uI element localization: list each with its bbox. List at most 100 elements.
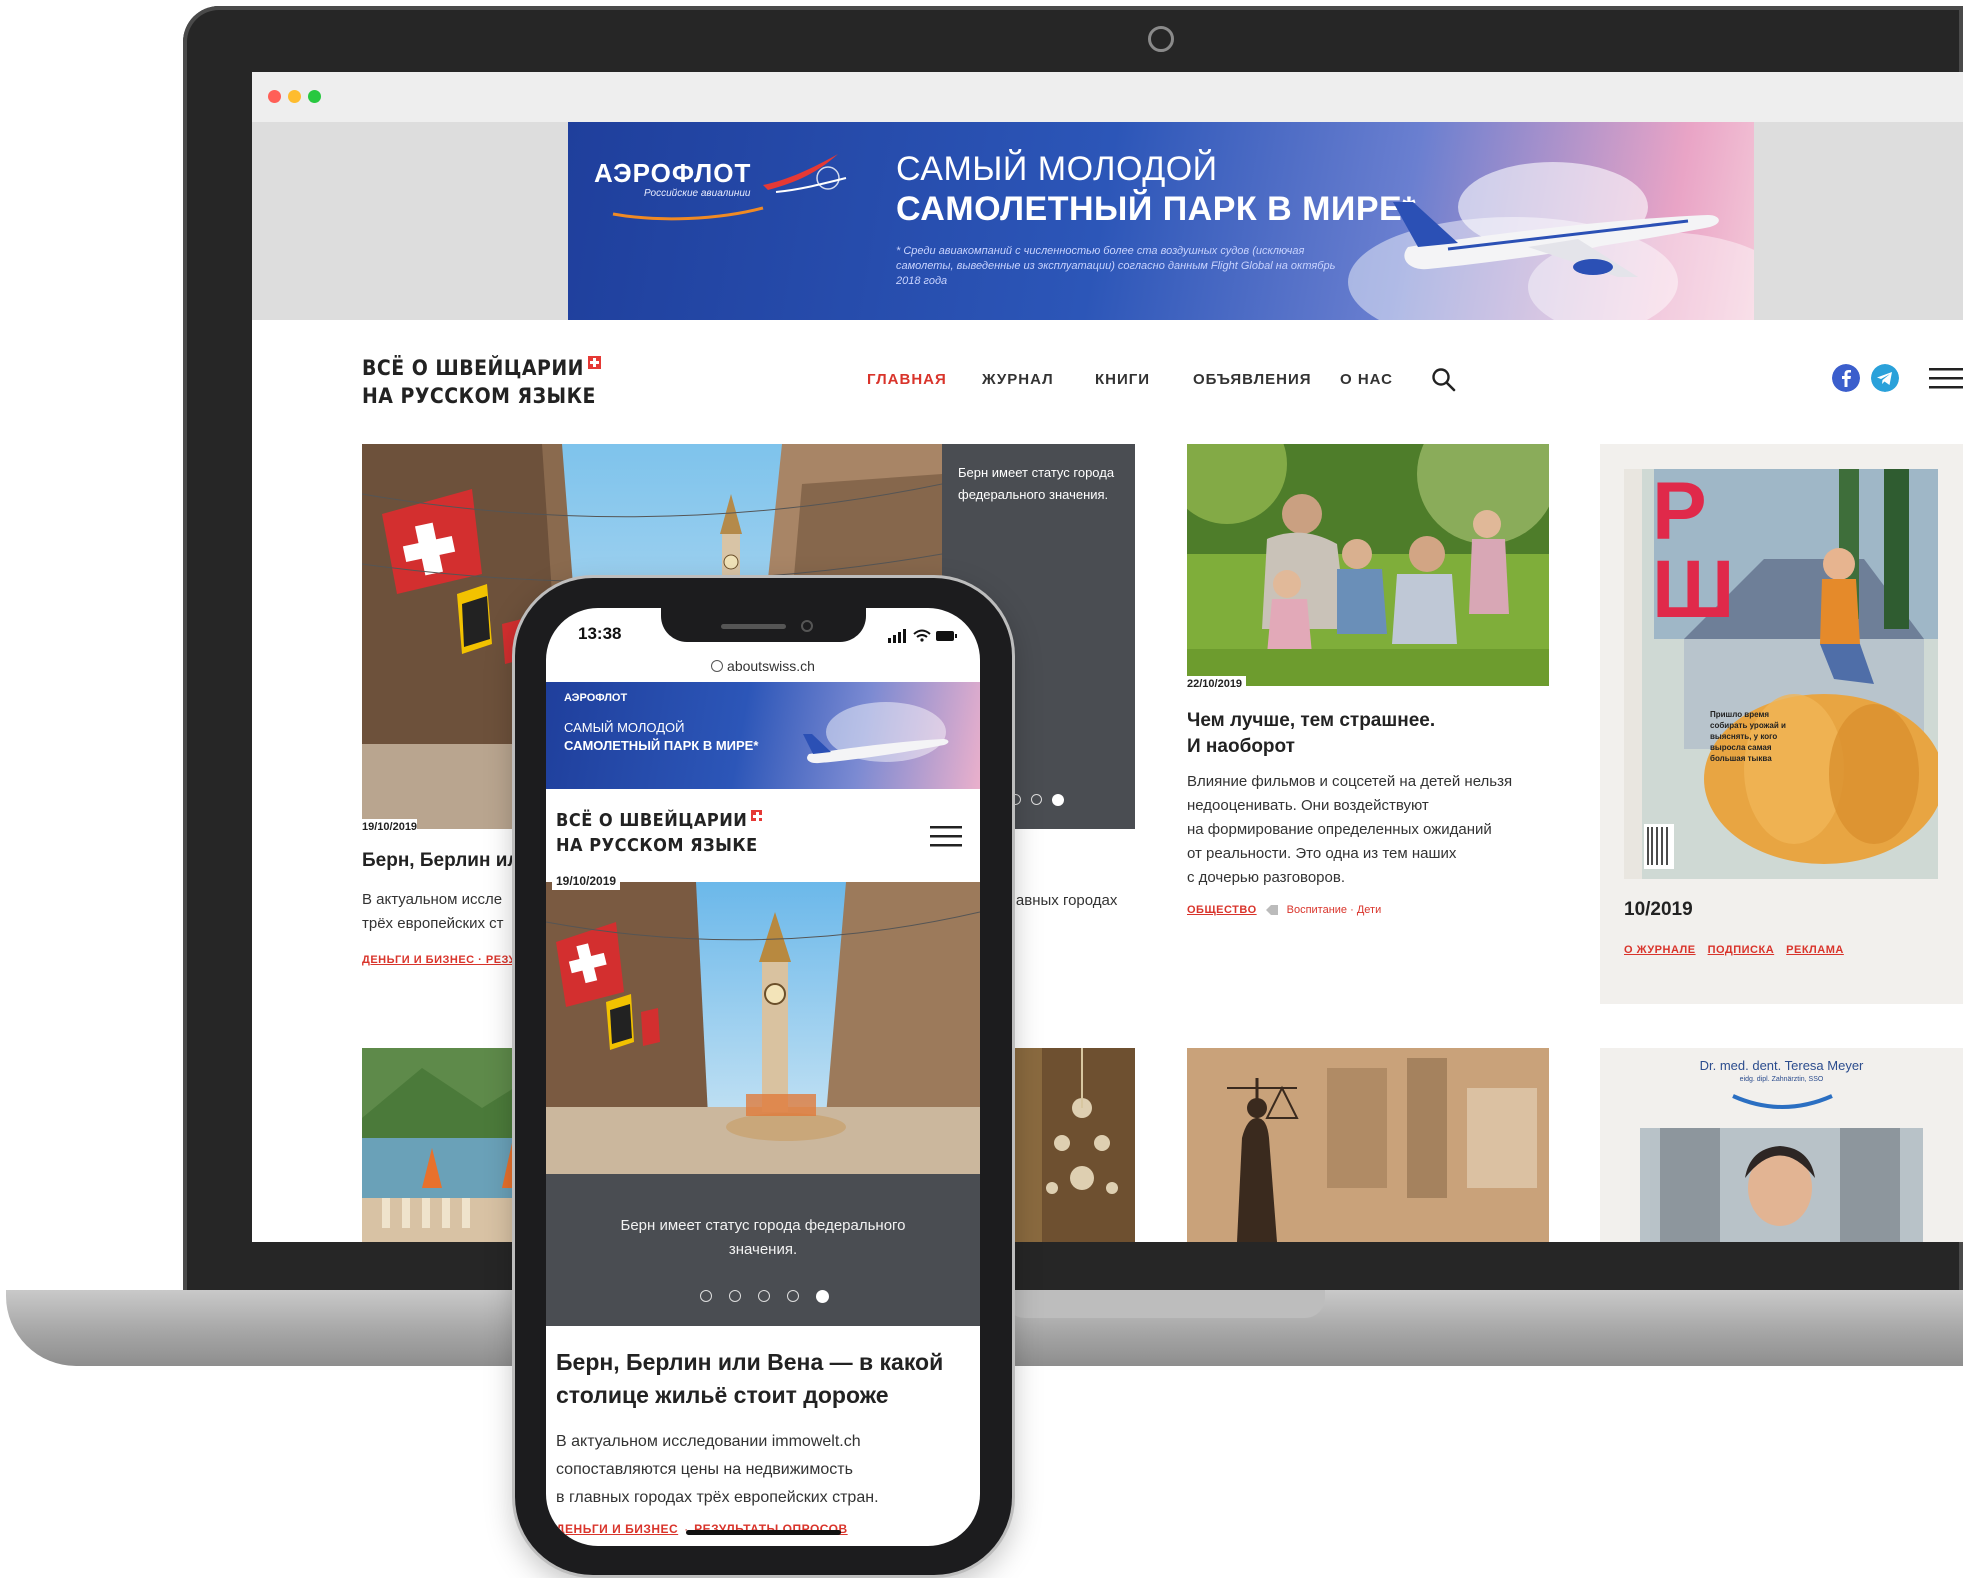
phone-excerpt-line: В актуальном исследовании immowelt.ch (556, 1433, 861, 1450)
dentist-photo (1640, 1128, 1923, 1242)
dentist-smile-logo-icon (1732, 1094, 1833, 1109)
aeroflot-logo-subtitle: Российские авиалинии (644, 188, 751, 199)
magazine-cover[interactable]: РШ Пришло время собирать урожай и выясня… (1624, 469, 1938, 879)
aeroflot-banner[interactable]: АЭРОФЛОТ Российские авиалинии САМЫЙ МОЛО… (568, 122, 1754, 320)
dentist-ad[interactable]: Dr. med. dent. Teresa Meyer eidg. dipl. … (1600, 1048, 1963, 1242)
phone-screen: 13:38 aboutswiss.ch АЭРОФЛОТ САМЫЙ МОЛОД… (546, 608, 980, 1546)
phone-site-logo[interactable]: ВСЁ О ШВЕЙЦАРИИ НА РУССКОМ ЯЗЫКЕ (556, 808, 763, 858)
close-window-button[interactable] (268, 90, 281, 103)
nav-about[interactable]: О НАС (1340, 371, 1393, 388)
feature-excerpt: В актуальном иссле трёх европейских ст (362, 888, 504, 936)
family-image[interactable] (1187, 444, 1549, 686)
dentist-ad-name: Dr. med. dent. Teresa Meyer (1699, 1058, 1864, 1073)
article2-title-line: И наоборот (1187, 736, 1295, 757)
phone-feature-title-line: столице жильё стоит дороже (556, 1382, 889, 1408)
phone-clock: 13:38 (578, 624, 622, 643)
carousel-dot[interactable] (729, 1290, 741, 1302)
article2-tag-main[interactable]: ОБЩЕСТВО (1187, 904, 1257, 916)
maximize-window-button[interactable] (308, 90, 321, 103)
feature-excerpt-line: В актуальном иссле (362, 891, 503, 908)
phone-swiss-flag-icon (751, 810, 763, 821)
feature-title[interactable]: Берн, Берлин или (362, 850, 531, 872)
carousel-dot[interactable] (787, 1290, 799, 1302)
minimize-window-button[interactable] (288, 90, 301, 103)
feature-caption: Берн имеет статус города федерального зн… (958, 465, 1115, 502)
phone-feature-image[interactable] (546, 882, 980, 1174)
carousel-dot[interactable] (758, 1290, 770, 1302)
feature-tags[interactable]: ДЕНЬГИ И БИЗНЕС · РЕЗУ (362, 954, 516, 966)
magazine-card: РШ Пришло время собирать урожай и выясня… (1600, 444, 1963, 1004)
feature-excerpt-line: трёх европейских ст (362, 915, 504, 932)
phone-address-bar[interactable]: aboutswiss.ch (546, 658, 980, 674)
carousel-dot-active[interactable] (816, 1290, 829, 1303)
article2-excerpt-line: от реальности. Это одна из тем наших (1187, 845, 1457, 862)
phone-feature-date: 19/10/2019 (552, 872, 621, 890)
site-logo-line2: НА РУССКОМ ЯЗЫКЕ (362, 384, 596, 408)
phone-bern-street-image (546, 882, 980, 1174)
nav-books[interactable]: КНИГИ (1095, 371, 1150, 388)
aeroflot-swoosh-icon (612, 206, 764, 221)
article2-excerpt-line: с дочерью разговоров. (1187, 869, 1346, 886)
phone-excerpt-line: в главных городах трёх европейских стран… (556, 1489, 879, 1506)
phone-caption-line: значения. (728, 1241, 798, 1258)
site-logo-line1: ВСЁ О ШВЕЙЦАРИИ (362, 356, 584, 380)
carousel-dot[interactable] (1031, 794, 1042, 805)
banner-headline-2: САМОЛЕТНЫЙ ПАРК В МИРЕ* (896, 190, 1416, 228)
chandelier-image[interactable] (1002, 1048, 1135, 1242)
aeroflot-wings-icon (763, 154, 847, 193)
phone-excerpt-line: сопоставляются цены на недвижимость (556, 1461, 853, 1478)
phone-airplane-icon (803, 734, 949, 764)
phone-status-icons (888, 629, 957, 643)
magazine-cover-letters: РШ (1652, 469, 1734, 635)
magazine-link-about[interactable]: О ЖУРНАЛЕ (1624, 944, 1696, 956)
dentist-ad-sub: eidg. dipl. Zahnärztin, SSO (1739, 1076, 1824, 1083)
family-photo (1187, 444, 1549, 686)
magazine-links: О ЖУРНАЛЕ ПОДПИСКА РЕКЛАМА (1624, 944, 1844, 956)
phone-home-indicator[interactable] (686, 1530, 841, 1535)
phone-feature-title[interactable]: Берн, Берлин или Вена — в какой столице … (556, 1346, 974, 1412)
nav-home[interactable]: ГЛАВНАЯ (867, 371, 947, 388)
phone-caption-panel: Берн имеет статус города федерального зн… (546, 1174, 980, 1326)
article2-title[interactable]: Чем лучше, тем страшнее. И наоборот (1187, 708, 1435, 760)
hamburger-menu-icon[interactable] (1927, 366, 1963, 390)
phone-tag-money[interactable]: ДЕНЬГИ И БИЗНЕС (556, 1522, 678, 1536)
magazine-cover-text: Пришло время собирать урожай и выяснять,… (1710, 710, 1786, 763)
dentist-portrait (1640, 1128, 1923, 1242)
magazine-link-advertise[interactable]: РЕКЛАМА (1786, 944, 1844, 956)
search-icon[interactable] (1431, 367, 1457, 393)
phone-aeroflot-banner[interactable]: АЭРОФЛОТ САМЫЙ МОЛОДОЙ САМОЛЕТНЫЙ ПАРК В… (546, 682, 980, 789)
banner-footnote: * Среди авиакомпаний с численностью боле… (896, 245, 1336, 287)
phone-carousel-dots (700, 1290, 829, 1303)
article2-tag-sub[interactable]: Воспитание · Дети (1287, 904, 1382, 916)
telegram-icon[interactable] (1871, 364, 1899, 392)
justice-statue-photo (1187, 1048, 1549, 1242)
carousel-dots (1010, 794, 1064, 806)
magazine-link-subscribe[interactable]: ПОДПИСКА (1708, 944, 1775, 956)
magazine-issue[interactable]: 10/2019 (1624, 899, 1693, 921)
nav-journal[interactable]: ЖУРНАЛ (982, 371, 1054, 388)
laptop-screen: АЭРОФЛОТ Российские авиалинии САМЫЙ МОЛО… (252, 72, 1963, 1242)
phone-feature-excerpt: В актуальном исследовании immowelt.ch со… (556, 1428, 974, 1512)
airplane-icon (1393, 202, 1719, 277)
carousel-dot[interactable] (700, 1290, 712, 1302)
swiss-flag-icon (587, 356, 601, 369)
phone-caption-line: Берн имеет статус города федерального (620, 1217, 906, 1234)
chandelier-photo (1002, 1048, 1135, 1242)
facebook-icon[interactable] (1832, 364, 1860, 392)
article2-excerpt: Влияние фильмов и соцсетей на детей нель… (1187, 770, 1512, 890)
article2-excerpt-line: Влияние фильмов и соцсетей на детей нель… (1187, 773, 1513, 790)
phone-hamburger-menu-icon[interactable] (928, 824, 964, 850)
feature-excerpt-fragment: главных городах (1002, 892, 1118, 909)
article2-tags: ОБЩЕСТВО Воспитание · Дети (1187, 904, 1381, 916)
justice-image[interactable] (1187, 1048, 1549, 1242)
banner-headline-1: САМЫЙ МОЛОДОЙ (896, 150, 1218, 188)
article2-title-line: Чем лучше, тем страшнее. (1187, 710, 1436, 731)
carousel-dot-active[interactable] (1052, 794, 1064, 806)
browser-titlebar (252, 72, 1963, 122)
article2-excerpt-line: недооценивать. Они воздействуют (1187, 797, 1429, 814)
article2-date: 22/10/2019 (1187, 676, 1247, 692)
phone-feature-title-line: Берн, Берлин или Вена — в какой (556, 1349, 944, 1375)
laptop-camera (1148, 26, 1174, 52)
site-logo[interactable]: ВСЁ О ШВЕЙЦАРИИ НА РУССКОМ ЯЗЫКЕ (362, 354, 601, 410)
nav-ads[interactable]: ОБЪЯВЛЕНИЯ (1193, 371, 1312, 388)
